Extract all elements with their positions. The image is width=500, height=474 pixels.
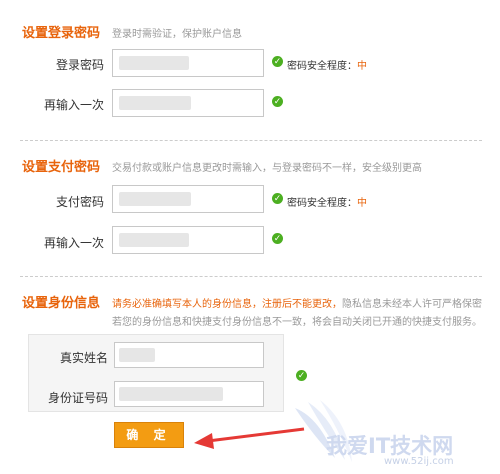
id-note-warning: 请务必准确填写本人的身份信息，注册后不能更改， xyxy=(112,299,342,310)
login-section-title: 设置登录密码 xyxy=(22,25,101,40)
pay-section-title: 设置支付密码 xyxy=(22,159,101,174)
check-icon: ✓ xyxy=(296,370,307,381)
login-strength: 密码安全程度：中 xyxy=(287,57,367,72)
masked-value xyxy=(119,387,223,401)
real-name-label: 真实姓名 xyxy=(59,351,108,365)
strength-level: 中 xyxy=(357,61,367,72)
login-password-field[interactable] xyxy=(112,49,264,77)
check-icon: ✓ xyxy=(272,96,283,107)
login-section-note: 登录时需验证，保护账户信息 xyxy=(112,29,242,40)
strength-label: 密码安全程度： xyxy=(287,198,357,209)
pay-section-note: 交易付款或账户信息更改时需输入，与登录密码不一样，安全级别更高 xyxy=(112,163,422,174)
masked-value xyxy=(119,233,189,247)
pay-password-label: 支付密码 xyxy=(55,195,104,209)
strength-level: 中 xyxy=(357,198,367,209)
id-note-rest: 隐私信息未经本人许可严格保密 xyxy=(342,299,482,310)
section-divider xyxy=(20,140,482,141)
masked-value xyxy=(119,348,155,362)
pay-strength: 密码安全程度：中 xyxy=(287,194,367,209)
check-icon: ✓ xyxy=(272,56,283,67)
strength-label: 密码安全程度： xyxy=(287,61,357,72)
login-repeat-label: 再输入一次 xyxy=(43,98,104,112)
id-section-title: 设置身份信息 xyxy=(22,295,101,310)
watermark-url: www.52ij.com xyxy=(384,456,454,467)
id-number-label: 身份证号码 xyxy=(47,391,108,405)
masked-value xyxy=(119,192,191,206)
pay-repeat-field[interactable] xyxy=(112,226,264,254)
id-number-field[interactable] xyxy=(114,381,264,407)
login-password-label: 登录密码 xyxy=(55,58,104,72)
masked-value xyxy=(119,56,189,70)
check-icon: ✓ xyxy=(272,193,283,204)
check-icon: ✓ xyxy=(272,233,283,244)
id-section-note: 请务必准确填写本人的身份信息，注册后不能更改，隐私信息未经本人许可严格保密 xyxy=(112,295,482,310)
section-divider xyxy=(20,276,482,277)
id-section-note-line2: 若您的身份信息和快捷支付身份信息不一致，将会自动关闭已开通的快捷支付服务。 xyxy=(112,317,482,328)
confirm-button[interactable]: 确 定 xyxy=(114,422,184,448)
pay-repeat-label: 再输入一次 xyxy=(43,236,104,250)
login-repeat-field[interactable] xyxy=(112,89,264,117)
real-name-field[interactable] xyxy=(114,342,264,368)
masked-value xyxy=(119,96,191,110)
pay-password-field[interactable] xyxy=(112,185,264,213)
